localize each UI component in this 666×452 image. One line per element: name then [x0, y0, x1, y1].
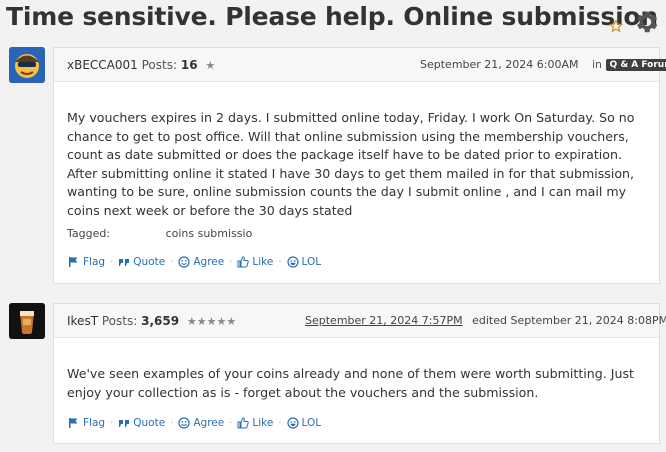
agree-button[interactable]: Agree	[178, 417, 224, 429]
quote-button[interactable]: Quote	[118, 256, 165, 268]
smile-icon	[178, 417, 190, 429]
lol-label: LOL	[301, 417, 322, 429]
laugh-icon	[286, 417, 299, 429]
quote-icon	[119, 419, 130, 427]
thumbs-up-icon	[237, 256, 250, 268]
like-button[interactable]: Like	[237, 417, 273, 429]
post-meta: xBECCA001 Posts: 16 ★ September 21, 2024…	[54, 48, 666, 82]
flag-button[interactable]: Flag	[68, 256, 105, 268]
laugh-icon	[286, 256, 299, 268]
flag-label: Flag	[83, 417, 106, 429]
post-card: xBECCA001 Posts: 16 ★ September 21, 2024…	[53, 47, 666, 284]
posts-label: Posts:	[141, 58, 178, 72]
posts-count: 3,659	[141, 314, 180, 328]
quote-label: Quote	[133, 417, 166, 429]
agree-button[interactable]: Agree	[178, 256, 224, 268]
agree-label: Agree	[193, 417, 225, 429]
thumbs-up-icon	[237, 417, 250, 429]
avatar[interactable]	[9, 303, 45, 339]
flag-icon	[69, 418, 78, 428]
like-button[interactable]: Like	[237, 256, 273, 268]
avatar[interactable]	[9, 47, 45, 83]
discussion-header: Time sensitive. Please help. Online subm…	[0, 0, 666, 40]
agree-label: Agree	[193, 256, 225, 268]
smile-icon	[178, 256, 190, 268]
posts-label: Posts:	[101, 314, 138, 328]
rank-stars: ★★★★★	[186, 315, 237, 328]
quote-button[interactable]: Quote	[118, 417, 165, 429]
in-label: in	[592, 58, 603, 71]
quote-icon	[119, 258, 130, 266]
gear-icon[interactable]	[632, 8, 660, 36]
forum-badge[interactable]: Q & A Forum	[605, 59, 666, 71]
tags-row: Tagged: coins submissio	[67, 227, 252, 240]
bookmark-star-icon[interactable]	[608, 18, 625, 34]
tagged-label: Tagged:	[67, 227, 111, 240]
like-label: Like	[252, 256, 274, 268]
author-name[interactable]: xBECCA001	[67, 58, 138, 72]
reaction-bar: Flag · Quote · Agree · Like · LOL	[68, 417, 321, 429]
posts-count: 16	[180, 58, 198, 72]
post-body: We've seen examples of your coins alread…	[67, 366, 634, 400]
reaction-bar: Flag · Quote · Agree · Like · LOL	[68, 256, 321, 268]
author-name[interactable]: IkesT	[67, 314, 98, 328]
post-body: My vouchers expires in 2 days. I submitt…	[67, 110, 635, 218]
page-title: Time sensitive. Please help. Online subm…	[6, 2, 659, 31]
edited-note: edited September 21, 2024 8:08PM	[472, 314, 666, 327]
lol-button[interactable]: LOL	[286, 417, 322, 429]
lol-button[interactable]: LOL	[286, 256, 322, 268]
quote-label: Quote	[133, 256, 166, 268]
flag-button[interactable]: Flag	[68, 417, 105, 429]
like-label: Like	[252, 417, 274, 429]
post-date[interactable]: September 21, 2024 6:00AM	[420, 58, 579, 71]
tag-link[interactable]: coins submissio	[166, 227, 253, 240]
post-card: IkesT Posts: 3,659 ★★★★★ September 21, 2…	[53, 303, 666, 444]
flag-label: Flag	[83, 256, 106, 268]
rank-stars: ★	[205, 59, 216, 72]
post-meta: IkesT Posts: 3,659 ★★★★★ September 21, 2…	[54, 304, 666, 338]
post-date[interactable]: September 21, 2024 7:57PM	[305, 314, 463, 327]
flag-icon	[69, 257, 78, 267]
lol-label: LOL	[301, 256, 322, 268]
